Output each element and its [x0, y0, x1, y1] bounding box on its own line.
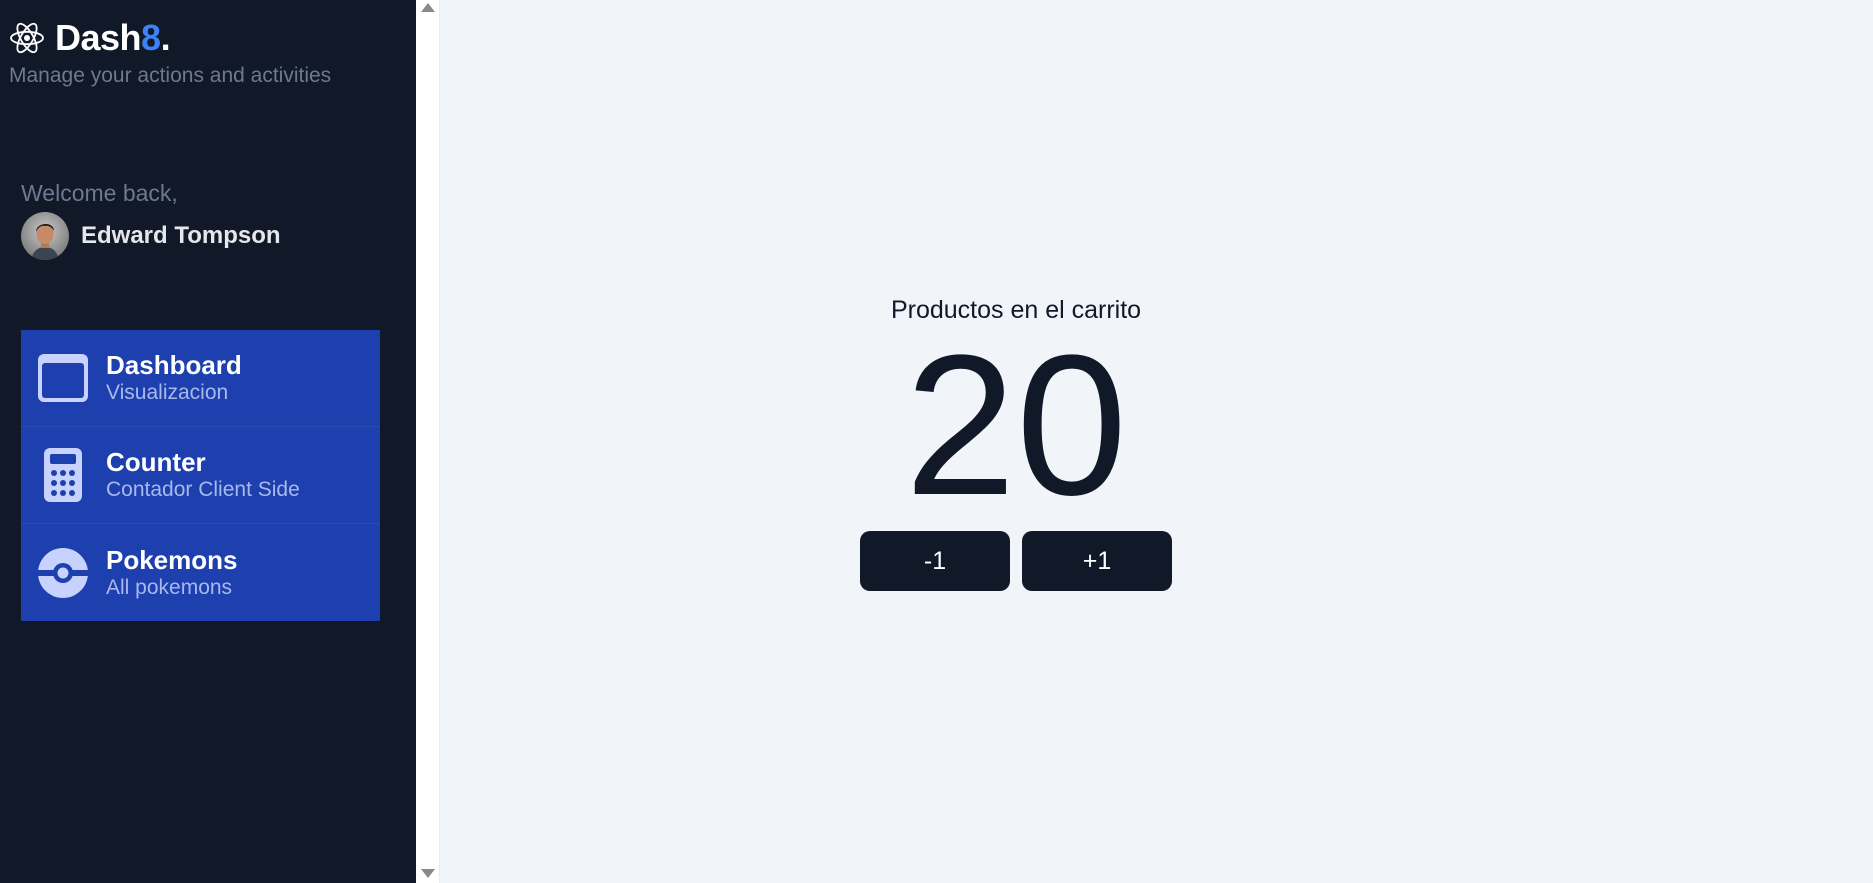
counter-panel: Productos en el carrito 20 -1 +1	[300, 296, 1732, 591]
sidebar-item-text: Counter Contador Client Side	[106, 447, 300, 503]
sidebar-item-subtitle: Contador Client Side	[106, 478, 300, 501]
main-content: Productos en el carrito 20 -1 +1	[441, 0, 1873, 883]
brand-dot: .	[160, 17, 171, 58]
user-profile[interactable]: Edward Tompson	[21, 212, 281, 260]
sidebar-item-title: Pokemons	[106, 544, 238, 575]
sidebar-item-subtitle: All pokemons	[106, 575, 233, 599]
avatar	[21, 212, 69, 260]
increment-button[interactable]: +1	[1022, 531, 1172, 591]
pokeball-icon	[36, 546, 90, 600]
sidebar-item-text: Dashboard Visualizacion	[106, 350, 242, 406]
sidebar-item-title: Dashboard	[106, 350, 242, 380]
scroll-down-arrow-icon[interactable]	[421, 869, 435, 878]
app: Dash8. Manage your actions and activitie…	[0, 0, 1873, 883]
brand-title: Dash8.	[55, 17, 171, 58]
decrement-button[interactable]: -1	[860, 531, 1010, 591]
user-name: Edward Tompson	[81, 222, 281, 249]
brand-name: Dash	[55, 17, 142, 58]
brand-accent: 8	[141, 17, 161, 58]
react-atom-icon	[10, 22, 44, 54]
welcome-text: Welcome back,	[21, 180, 178, 206]
sidebar-item-subtitle: Visualizacion	[106, 381, 229, 404]
sidebar-item-text: Pokemons All pokemons	[106, 545, 238, 601]
counter-buttons: -1 +1	[860, 531, 1172, 591]
brand-subtitle: Manage your actions and activities	[9, 64, 332, 87]
counter-value: 20	[904, 314, 1128, 537]
calculator-icon	[36, 448, 90, 502]
browser-window-icon	[36, 351, 90, 405]
brand: Dash8.	[9, 17, 171, 58]
sidebar-item-title: Counter	[106, 447, 206, 477]
scroll-up-arrow-icon[interactable]	[421, 3, 435, 12]
